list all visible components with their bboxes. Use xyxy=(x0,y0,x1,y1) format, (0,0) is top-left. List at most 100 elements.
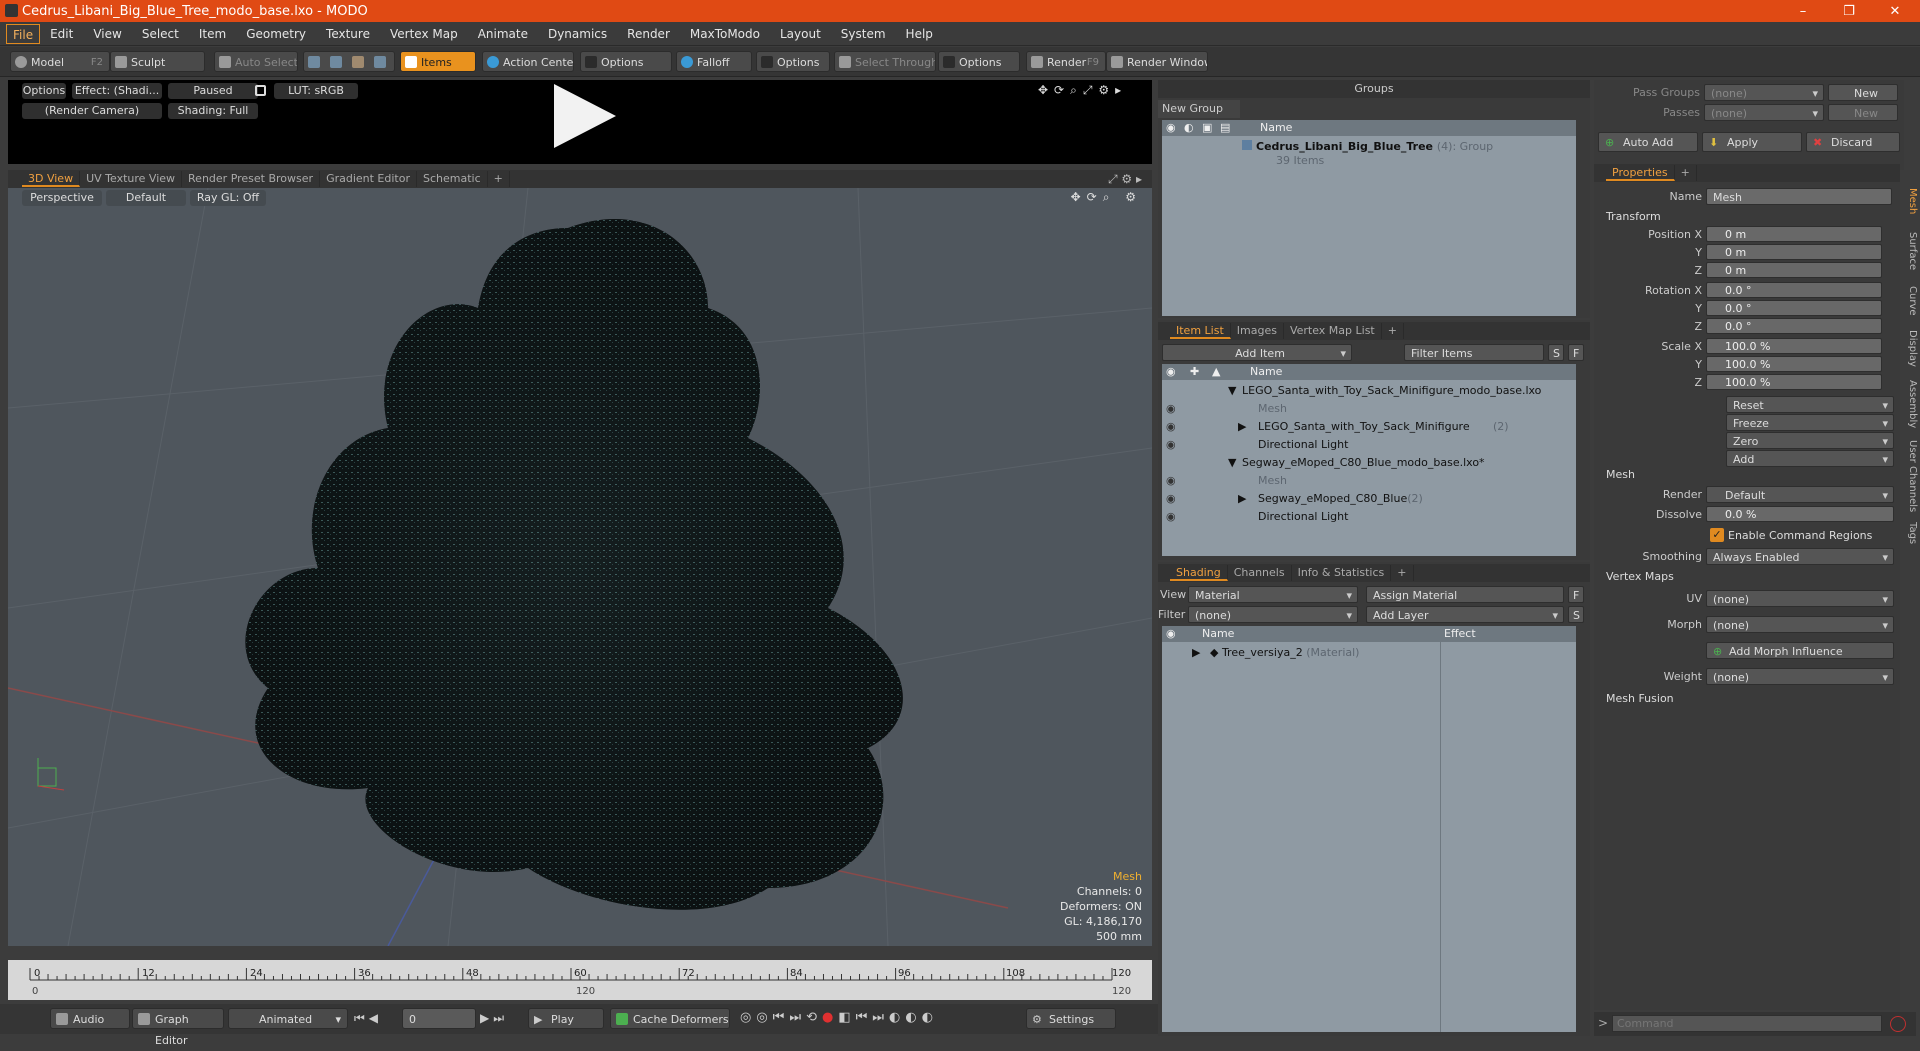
mesh-fusion-section[interactable]: Mesh Fusion xyxy=(1606,692,1674,705)
auto-select-button[interactable]: Auto Select xyxy=(214,51,298,72)
shading-f-button[interactable]: F xyxy=(1568,586,1584,603)
position-z-field[interactable]: 0 m xyxy=(1706,262,1882,278)
list-item[interactable]: ◉ Directional Light xyxy=(1162,436,1576,454)
menu-texture[interactable]: Texture xyxy=(316,24,380,44)
menu-animate[interactable]: Animate xyxy=(468,24,538,44)
list-item[interactable]: ◉ Mesh xyxy=(1162,472,1576,490)
item-list-tree[interactable]: ◉ ✚ ▲ Name ▼ LEGO_Santa_with_Toy_Sack_Min… xyxy=(1162,364,1576,556)
perspective-dropdown[interactable]: Perspective xyxy=(22,190,102,206)
model-button[interactable]: Model F2 xyxy=(10,51,110,72)
material-mode-icon[interactable] xyxy=(374,56,386,68)
add-dropdown[interactable]: Add xyxy=(1726,450,1894,468)
viewport-panel-icons[interactable]: ⤢ ⚙ ▸ xyxy=(1108,172,1142,187)
edge-mode-icon[interactable] xyxy=(330,56,342,68)
groups-list[interactable]: ◉ ◐ ▣ ▤ Name Cedrus_Libani_Big_Blue_Tree… xyxy=(1162,120,1576,316)
lock-col-icon[interactable]: ✚ xyxy=(1190,364,1199,380)
lock-icon[interactable] xyxy=(255,85,266,96)
pass-groups-dropdown[interactable]: (none) xyxy=(1704,84,1824,102)
uv-dropdown[interactable]: (none) xyxy=(1706,590,1894,608)
type-col-icon[interactable]: ▲ xyxy=(1212,364,1220,380)
eye-icon[interactable]: ◉ xyxy=(1166,626,1176,642)
collapse-arrow-icon[interactable]: ▼ xyxy=(1228,382,1236,400)
shading-s-button[interactable]: S xyxy=(1568,606,1584,623)
name-field[interactable]: Mesh xyxy=(1706,188,1892,205)
record-tools-icons[interactable]: ◎◎⏮⏭⟲●◧⏮⏭◐◐◐ xyxy=(740,1010,938,1025)
eye-icon[interactable]: ◉ xyxy=(1166,364,1176,380)
range-end[interactable]: 120 xyxy=(1112,986,1131,997)
reset-dropdown[interactable]: Reset xyxy=(1726,396,1894,414)
options-button-1[interactable]: Options xyxy=(580,51,672,72)
filter-dropdown[interactable]: (none) xyxy=(1188,606,1358,624)
polygon-mode-icon[interactable] xyxy=(352,56,364,68)
render-window-button[interactable]: Render Window xyxy=(1106,51,1208,72)
collapse-arrow-icon[interactable]: ▼ xyxy=(1228,454,1236,472)
passes-dropdown[interactable]: (none) xyxy=(1704,104,1824,122)
side-tab-user-channels[interactable]: User Channels xyxy=(1900,440,1918,512)
minimize-button[interactable]: – xyxy=(1780,0,1826,22)
add-tab-icon[interactable]: + xyxy=(1675,165,1697,181)
position-x-field[interactable]: 0 m xyxy=(1706,226,1882,242)
tab-shading[interactable]: Shading xyxy=(1170,565,1228,581)
tab-item-list[interactable]: Item List xyxy=(1170,323,1231,339)
audio-button[interactable]: Audio xyxy=(50,1008,130,1029)
preview-options-button[interactable]: Options xyxy=(22,83,66,99)
close-button[interactable]: ✕ xyxy=(1872,0,1918,22)
assign-material-button[interactable]: Assign Material xyxy=(1366,586,1564,603)
raygl-dropdown[interactable]: Ray GL: Off xyxy=(190,190,266,206)
transform-section[interactable]: Transform xyxy=(1606,210,1661,223)
cache-deformers-button[interactable]: Cache Deformers xyxy=(610,1008,730,1029)
animated-dropdown[interactable]: Animated ▾ xyxy=(228,1008,348,1029)
effect-dropdown[interactable]: Effect: (Shadi... xyxy=(72,83,162,99)
tab-gradient-editor[interactable]: Gradient Editor xyxy=(320,171,417,187)
eye-icon[interactable]: ◉ xyxy=(1166,120,1176,136)
weight-dropdown[interactable]: (none) xyxy=(1706,668,1894,686)
rotation-y-field[interactable]: 0.0 ° xyxy=(1706,300,1882,316)
menu-edit[interactable]: Edit xyxy=(40,24,83,44)
discard-button[interactable]: ✖ Discard xyxy=(1806,132,1900,152)
action-center-button[interactable]: Action Center xyxy=(482,51,574,72)
render-dropdown[interactable]: Default xyxy=(1706,486,1894,504)
next-key-icons[interactable]: ▶⏭ xyxy=(480,1011,508,1026)
list-item[interactable]: ◉ Directional Light xyxy=(1162,508,1576,526)
material-row[interactable]: ▶ ◆ Tree_versiya_2 (Material) xyxy=(1192,644,1359,662)
menu-layout[interactable]: Layout xyxy=(770,24,831,44)
side-tab-assembly[interactable]: Assembly xyxy=(1900,380,1918,428)
tab-vertex-map-list[interactable]: Vertex Map List xyxy=(1284,323,1382,339)
menu-maxtomodo[interactable]: MaxToModo xyxy=(680,24,770,44)
tab-images[interactable]: Images xyxy=(1231,323,1284,339)
tab-properties[interactable]: Properties xyxy=(1606,165,1675,181)
eye-icon[interactable]: ◉ xyxy=(1166,472,1176,490)
name-column[interactable]: Name xyxy=(1250,364,1282,380)
menu-file[interactable]: File xyxy=(6,23,41,44)
zero-dropdown[interactable]: Zero xyxy=(1726,432,1894,450)
tab-channels[interactable]: Channels xyxy=(1228,565,1292,581)
menu-geometry[interactable]: Geometry xyxy=(236,24,316,44)
expand-arrow-icon[interactable]: ▶ xyxy=(1192,646,1200,659)
rotation-x-field[interactable]: 0.0 ° xyxy=(1706,282,1882,298)
smoothing-dropdown[interactable]: Always Enabled xyxy=(1706,548,1894,566)
menu-item[interactable]: Item xyxy=(189,24,236,44)
timeline[interactable]: 0 12 24 36 48 60 72 84 96 108 120 0 120 … xyxy=(8,960,1152,1000)
tab-3d-view[interactable]: 3D View xyxy=(22,171,81,187)
menu-vertex-map[interactable]: Vertex Map xyxy=(380,24,468,44)
scale-z-field[interactable]: 100.0 % xyxy=(1706,374,1882,390)
scale-y-field[interactable]: 100.0 % xyxy=(1706,356,1882,372)
filter-items-field[interactable]: Filter Items xyxy=(1404,344,1544,361)
render-button[interactable]: Render F9 xyxy=(1026,51,1106,72)
menu-system[interactable]: System xyxy=(831,24,896,44)
list-item[interactable]: ▼ Segway_eMoped_C80_Blue_modo_base.lxo* xyxy=(1162,454,1576,472)
side-tab-curve[interactable]: Curve xyxy=(1900,286,1918,316)
side-tab-display[interactable]: Display xyxy=(1900,330,1918,367)
scale-x-field[interactable]: 100.0 % xyxy=(1706,338,1882,354)
3d-viewport[interactable]: Perspective Default Ray GL: Off ✥⟳⌕ ⚙ Me… xyxy=(8,188,1152,946)
viewport-nav-icons[interactable]: ✥⟳⌕ ⚙ xyxy=(1071,190,1142,205)
tab-info-statistics[interactable]: Info & Statistics xyxy=(1292,565,1392,581)
play-render-icon[interactable] xyxy=(554,84,616,148)
shading-dropdown[interactable]: Shading: Full xyxy=(168,103,258,119)
preview-nav-icons[interactable]: ✥⟳⌕⤢⚙▸ xyxy=(1038,83,1127,98)
dissolve-field[interactable]: 0.0 % xyxy=(1706,506,1894,522)
options-button-2[interactable]: Options xyxy=(756,51,830,72)
auto-add-button[interactable]: ⊕ Auto Add xyxy=(1598,132,1698,152)
list-item[interactable]: ◉ Mesh xyxy=(1162,400,1576,418)
settings-button[interactable]: ⚙ Settings xyxy=(1026,1008,1116,1029)
